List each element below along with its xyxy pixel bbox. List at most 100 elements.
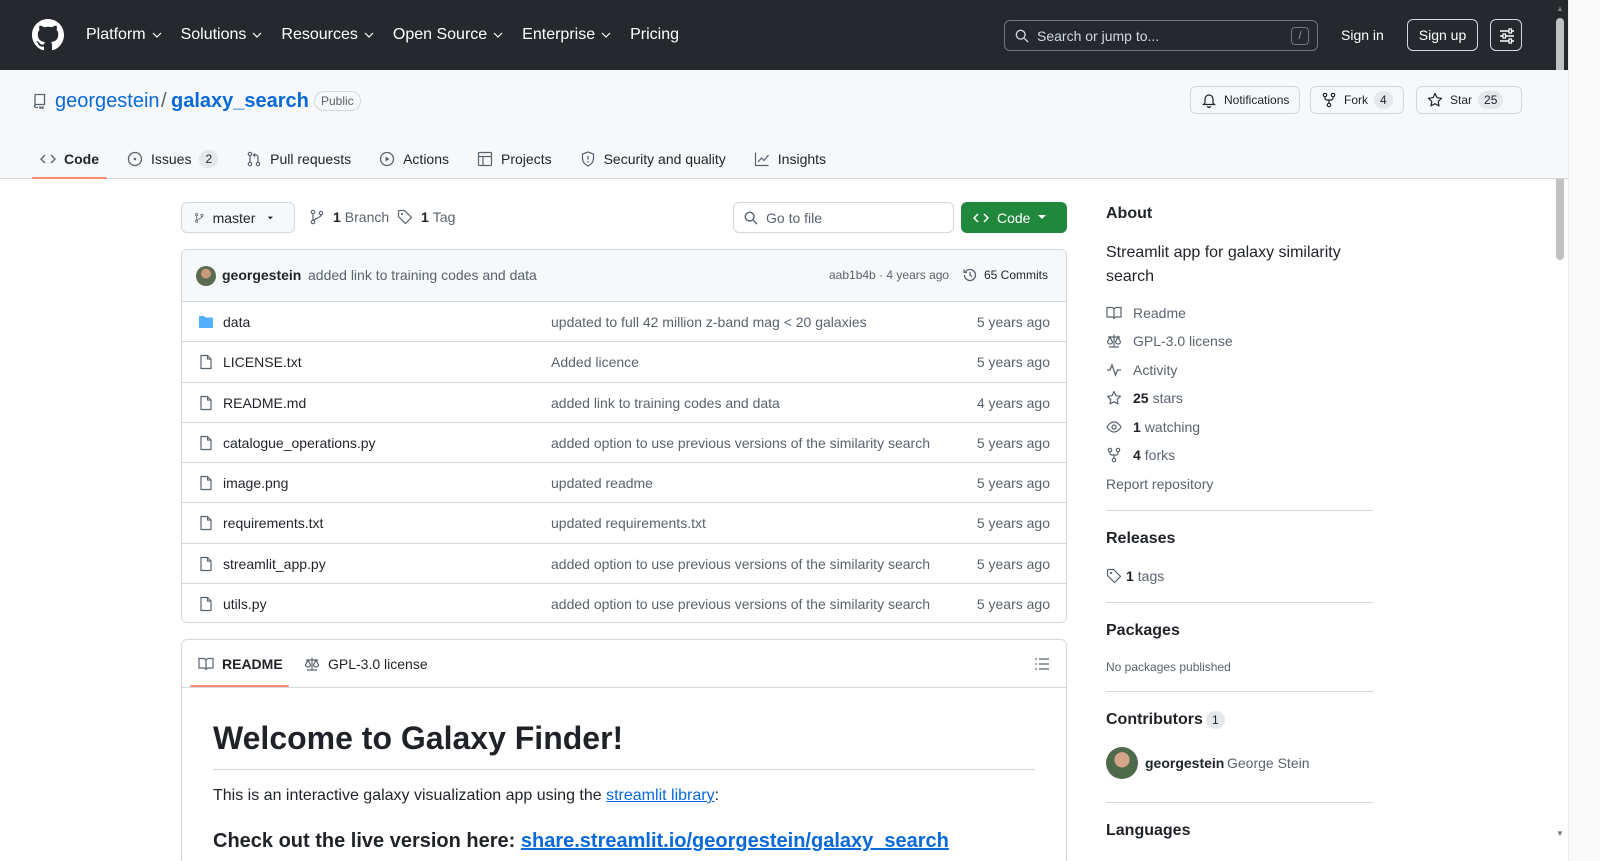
file-row[interactable]: catalogue_operations.py added option to u… [182, 423, 1066, 464]
commit-author-link[interactable]: georgestein [222, 267, 301, 283]
file-type-icon [198, 435, 214, 454]
activity-link-label: Activity [1133, 362, 1178, 378]
code-dropdown-button[interactable]: Code [961, 202, 1067, 233]
file-name-link[interactable]: streamlit_app.py [223, 556, 326, 572]
tab-actions[interactable]: Actions [371, 140, 457, 178]
file-row[interactable]: LICENSE.txt Added licence 5 years ago [182, 342, 1066, 383]
github-logo-icon[interactable] [32, 19, 64, 51]
release-tags-link[interactable]: 1 tags [1106, 568, 1164, 584]
tab-projects[interactable]: Projects [469, 140, 560, 178]
nav-open-source[interactable]: Open Source [393, 26, 504, 44]
file-name-link[interactable]: catalogue_operations.py [223, 435, 376, 451]
commit-message-link[interactable]: added link to training codes and data [308, 267, 537, 283]
license-link-label: GPL-3.0 license [1133, 333, 1233, 349]
file-name-link[interactable]: data [223, 314, 250, 330]
file-commit-message[interactable]: added option to use previous versions of… [551, 556, 936, 572]
file-commit-message[interactable]: updated to full 42 million z-band mag < … [551, 314, 936, 330]
avatar[interactable] [1106, 747, 1138, 779]
file-name-link[interactable]: utils.py [223, 596, 267, 612]
search-input[interactable]: Search or jump to... / [1004, 20, 1318, 51]
nav-label: Platform [86, 26, 146, 43]
go-to-file-input[interactable]: Go to file [733, 202, 954, 233]
branch-selector[interactable]: master [181, 202, 295, 233]
file-commit-message[interactable]: updated readme [551, 475, 936, 491]
file-commit-message[interactable]: Added licence [551, 354, 936, 370]
forks-link[interactable]: 4 forks [1106, 447, 1175, 463]
nav-pricing[interactable]: Pricing [630, 26, 679, 44]
no-packages-text: No packages published [1106, 660, 1231, 674]
scroll-down-icon[interactable]: ▼ [1556, 829, 1564, 838]
readme-link-label: Readme [1133, 305, 1186, 321]
file-row[interactable]: requirements.txt updated requirements.txt… [182, 503, 1066, 544]
tab-code[interactable]: Code [32, 140, 107, 179]
file-row[interactable]: data updated to full 42 million z-band ma… [182, 302, 1066, 343]
commits-link[interactable]: 65 Commits [962, 267, 1048, 283]
nav-enterprise[interactable]: Enterprise [522, 26, 612, 44]
file-row[interactable]: README.md added link to training codes an… [182, 383, 1066, 423]
menu-button[interactable] [1490, 19, 1522, 51]
law-icon [1106, 334, 1122, 348]
pull-request-icon [247, 151, 261, 167]
list-icon[interactable] [1034, 656, 1050, 672]
tab-security[interactable]: Security and quality [572, 140, 734, 178]
file-commit-message[interactable]: added link to training codes and data [551, 395, 936, 411]
readme-tab[interactable]: README [198, 656, 283, 672]
history-icon [963, 268, 977, 282]
tag-icon [397, 209, 413, 225]
fork-button[interactable]: Fork 4 [1310, 86, 1404, 114]
notifications-button[interactable]: Notifications [1190, 86, 1301, 114]
nav-label: Solutions [180, 26, 247, 43]
license-tab[interactable]: GPL-3.0 license [304, 656, 428, 672]
avatar[interactable] [196, 266, 216, 286]
star-button[interactable]: Star 25 [1416, 86, 1522, 114]
tab-insights[interactable]: Insights [746, 140, 834, 178]
file-row[interactable]: streamlit_app.py added option to use prev… [182, 544, 1066, 585]
file-commit-message[interactable]: added option to use previous versions of… [551, 596, 936, 612]
streamlit-library-link[interactable]: streamlit library [606, 787, 714, 804]
search-icon [1015, 29, 1029, 43]
nav-resources[interactable]: Resources [281, 26, 374, 44]
activity-link[interactable]: Activity [1106, 362, 1177, 378]
search-icon [744, 211, 758, 225]
watching-count: 1 [1133, 419, 1141, 435]
file-name-link[interactable]: image.png [223, 475, 288, 491]
code-icon [40, 154, 56, 164]
nav-platform[interactable]: Platform [86, 26, 163, 44]
readme-link[interactable]: Readme [1106, 305, 1186, 321]
readme-tab-label: README [222, 656, 283, 672]
tags-link[interactable]: 1 Tag [397, 209, 455, 225]
file-name-link[interactable]: requirements.txt [223, 515, 323, 531]
nav-solutions[interactable]: Solutions [181, 26, 264, 44]
file-icon [200, 435, 212, 450]
file-name-link[interactable]: README.md [223, 395, 306, 411]
tab-issues[interactable]: Issues 2 [119, 140, 226, 178]
tab-pull-requests[interactable]: Pull requests [238, 140, 359, 178]
repo-name-link[interactable]: galaxy_search [171, 90, 309, 113]
releases-heading[interactable]: Releases [1106, 530, 1175, 548]
contributor-login-link[interactable]: georgestein [1145, 755, 1224, 771]
report-repository-link[interactable]: Report repository [1106, 476, 1213, 492]
star-icon [1106, 390, 1122, 405]
sign-up-button[interactable]: Sign up [1407, 19, 1478, 51]
stars-link[interactable]: 25 stars [1106, 390, 1183, 406]
file-commit-message[interactable]: added option to use previous versions of… [551, 435, 936, 451]
contributors-heading[interactable]: Contributors [1106, 711, 1203, 729]
scroll-up-icon[interactable]: ▲ [1556, 4, 1564, 13]
watchers-link[interactable]: 1 watching [1106, 419, 1200, 435]
file-row[interactable]: image.png updated readme 5 years ago [182, 463, 1066, 504]
sign-in-link[interactable]: Sign in [1341, 27, 1384, 43]
packages-heading[interactable]: Packages [1106, 622, 1180, 640]
fork-count: 4 [1374, 91, 1393, 109]
live-version-link[interactable]: share.streamlit.io/georgestein/galaxy_se… [521, 830, 949, 852]
page-scrollbar[interactable] [1568, 0, 1600, 861]
branches-link[interactable]: 1 Branch [309, 209, 389, 225]
file-name-link[interactable]: LICENSE.txt [223, 354, 302, 370]
shield-icon [581, 151, 594, 167]
file-type-icon [198, 354, 214, 373]
file-type-icon [198, 475, 214, 494]
commit-hash-time[interactable]: aab1b4b · 4 years ago [829, 268, 949, 282]
license-link[interactable]: GPL-3.0 license [1106, 333, 1233, 349]
file-commit-message[interactable]: updated requirements.txt [551, 515, 936, 531]
repo-owner-link[interactable]: georgestein [55, 90, 160, 113]
file-row[interactable]: utils.py added option to use previous ver… [182, 584, 1066, 622]
